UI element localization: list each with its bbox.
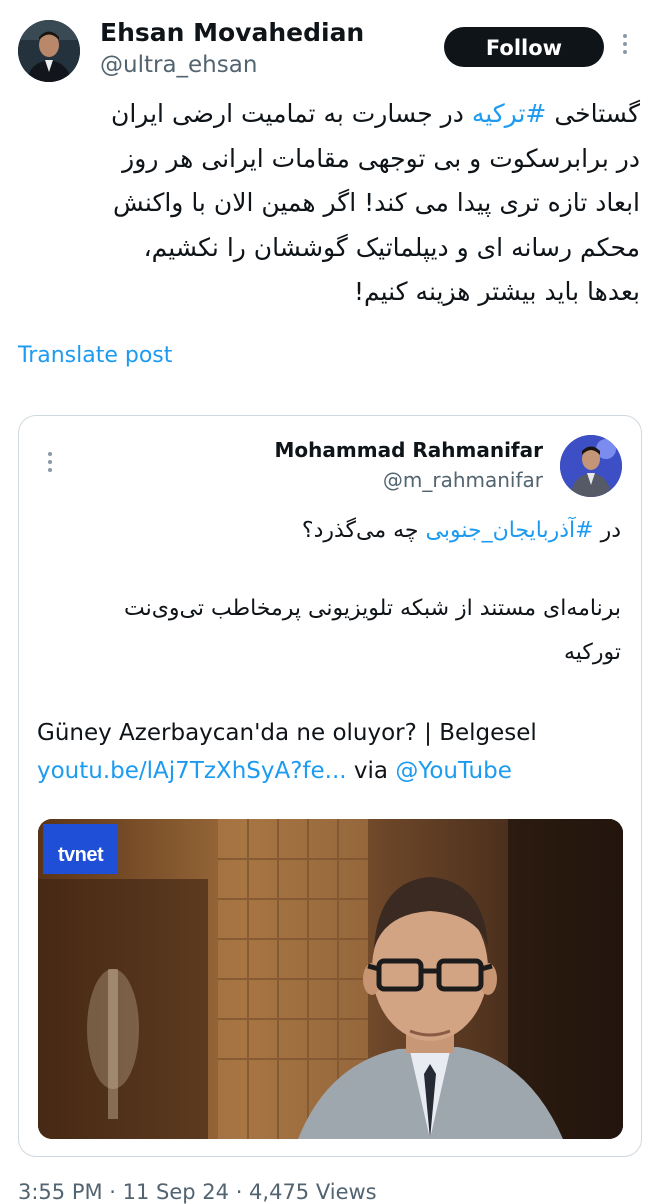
quote-text-line: در #آذربایجان_جنوبی چه می‌گذرد؟ xyxy=(301,518,621,543)
quoted-tweet[interactable]: Mohammad Rahmanifar @m_rahmanifar در #آذ… xyxy=(18,415,642,1157)
tweet: Ehsan Movahedian @ultra_ehsan Follow گست… xyxy=(0,0,660,1204)
more-vertical-icon[interactable] xyxy=(45,452,55,476)
translate-post-link[interactable]: Translate post xyxy=(18,343,172,368)
author-handle[interactable]: @ultra_ehsan xyxy=(100,52,257,78)
youtube-mention[interactable]: @YouTube xyxy=(395,758,512,784)
post-line: بعدها باید بیشتر هزینه کنیم! xyxy=(353,277,640,306)
hashtag-link[interactable]: #ترکیه xyxy=(472,99,547,128)
post-line: ابعاد تازه تری پیدا می کند! اگر همین الا… xyxy=(113,188,640,217)
follow-button[interactable]: Follow xyxy=(444,27,604,67)
thumbnail-image xyxy=(38,819,623,1139)
author-avatar[interactable] xyxy=(18,20,80,82)
video-thumbnail[interactable]: tvnet xyxy=(38,819,623,1139)
youtube-link[interactable]: youtu.be/lAj7TzXhSyA?fe... xyxy=(37,758,347,784)
post-text: گستاخی #ترکیه در جسارت به تمامیت ارضی ای… xyxy=(16,92,640,315)
video-title: Güney Azerbaycan'da ne oluyor? | Belgese… xyxy=(37,720,537,746)
hashtag-link[interactable]: #آذربایجان_جنوبی xyxy=(426,518,594,543)
tweet-meta: 3:55 PM · 11 Sep 24 · 4,475 Views xyxy=(18,1180,377,1204)
quote-text-line: تورکیه xyxy=(563,640,621,665)
quote-author-avatar[interactable] xyxy=(560,435,622,497)
quote-author-handle[interactable]: @m_rahmanifar xyxy=(383,468,543,492)
post-line: محکم رسانه ای و دیپلماتیک گوششان را نکشی… xyxy=(143,232,640,262)
author-name[interactable]: Ehsan Movahedian xyxy=(100,18,364,47)
more-vertical-icon[interactable] xyxy=(618,34,632,58)
quote-text-line: برنامه‌ای مستند از شبکه تلویزیونی پرمخاط… xyxy=(123,596,621,621)
video-link-line: youtu.be/lAj7TzXhSyA?fe... via @YouTube xyxy=(37,758,512,784)
tvnet-logo: tvnet xyxy=(43,824,118,874)
post-line: در برابرسکوت و بی توجهی مقامات ایرانی هر… xyxy=(122,143,640,173)
post-line: گستاخی #ترکیه در جسارت به تمامیت ارضی ای… xyxy=(111,99,640,128)
quote-author-name[interactable]: Mohammad Rahmanifar xyxy=(275,438,543,462)
